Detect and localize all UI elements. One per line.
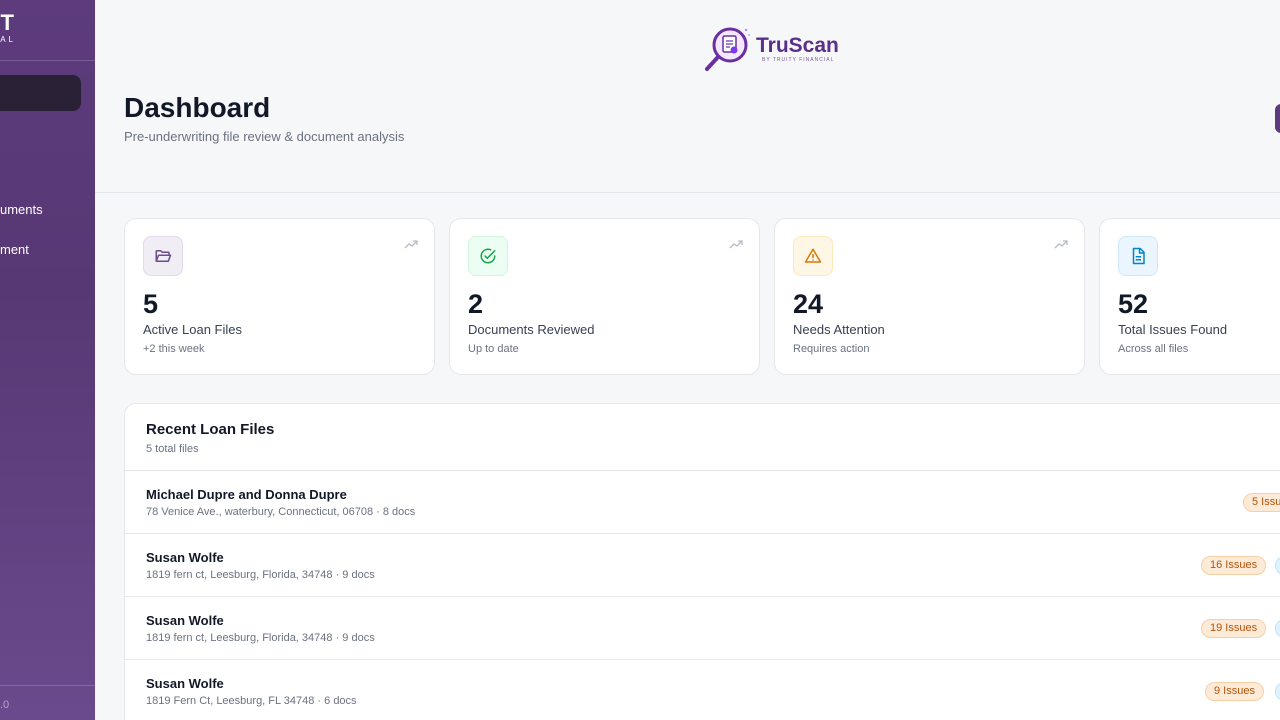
loan-meta: 1819 Fern Ct, Leesburg, FL 34748 · 6 doc… xyxy=(146,695,357,707)
loan-meta: 1819 fern ct, Leesburg, Florida, 34748 ·… xyxy=(146,632,375,644)
borrower-name: Susan Wolfe xyxy=(146,613,224,628)
issues-badge: 19 Issues xyxy=(1201,619,1267,638)
loan-meta: 1819 fern ct, Leesburg, Florida, 34748 ·… xyxy=(146,569,375,581)
logo-subtext: BY TRUITY FINANCIAL xyxy=(762,57,835,63)
table-row[interactable]: Michael Dupre and Donna Dupre 78 Venice … xyxy=(125,470,1280,533)
sidebar-item-dashboard-active[interactable] xyxy=(0,75,81,111)
borrower-name: Susan Wolfe xyxy=(146,676,224,691)
table-row[interactable]: Susan Wolfe 1819 fern ct, Leesburg, Flor… xyxy=(125,533,1280,596)
stat-card-needs-attention: 24 Needs Attention Requires action xyxy=(774,218,1085,375)
stat-label: Documents Reviewed xyxy=(468,322,595,337)
folder-open-icon xyxy=(143,236,183,276)
stat-value: 52 xyxy=(1118,289,1149,319)
table-row[interactable]: Susan Wolfe 1819 fern ct, Leesburg, Flor… xyxy=(125,596,1280,659)
brand-logo: TT AL xyxy=(0,10,16,45)
stat-value: 5 xyxy=(143,289,159,319)
sidebar-divider xyxy=(0,60,95,61)
page-header: TruScan BY TRUITY FINANCIAL Dashboard Pr… xyxy=(95,0,1280,193)
magnifier-document-icon xyxy=(705,27,750,71)
trend-up-icon xyxy=(1054,236,1068,254)
sidebar-item-management[interactable]: ment xyxy=(0,242,95,257)
borrower-name: Michael Dupre and Donna Dupre xyxy=(146,487,347,502)
sidebar-item-label: ment xyxy=(0,242,29,257)
document-icon xyxy=(1118,236,1158,276)
truscan-logo: TruScan BY TRUITY FINANCIAL xyxy=(702,24,839,74)
borrower-name: Susan Wolfe xyxy=(146,550,224,565)
stat-value: 2 xyxy=(468,289,484,319)
app-version: me v1.0 xyxy=(0,699,10,711)
stat-card-total-issues: 52 Total Issues Found Across all files xyxy=(1099,218,1280,375)
logo-text: TruScan xyxy=(756,34,839,57)
issues-badge: 5 Issues xyxy=(1243,493,1280,512)
sidebar-item-label: uments xyxy=(0,202,43,217)
sidebar: TT AL uments ment me v1.0 xyxy=(0,0,95,720)
status-badge xyxy=(1275,556,1280,575)
status-badge xyxy=(1275,682,1280,701)
sidebar-item-documents[interactable]: uments xyxy=(0,202,95,217)
stat-note: +2 this week xyxy=(143,343,205,355)
status-badge xyxy=(1275,619,1280,638)
issues-badge: 16 Issues xyxy=(1201,556,1267,575)
stat-note: Across all files xyxy=(1118,343,1189,355)
trend-up-icon xyxy=(729,236,743,254)
recent-loan-files-panel: Recent Loan Files 5 total files Michael … xyxy=(124,403,1280,720)
loan-meta: 78 Venice Ave., waterbury, Connecticut, … xyxy=(146,506,416,518)
brand-sub-text: AL xyxy=(0,35,16,44)
section-title: Recent Loan Files xyxy=(146,421,275,438)
header-action-button[interactable] xyxy=(1275,104,1280,133)
trend-up-icon xyxy=(404,236,418,254)
issues-badge: 9 Issues xyxy=(1205,682,1264,701)
stat-value: 24 xyxy=(793,289,824,319)
brand-main-text: TT xyxy=(0,10,16,35)
stat-label: Total Issues Found xyxy=(1118,322,1228,337)
file-count: 5 total files xyxy=(146,443,199,455)
stat-card-active-loan-files: 5 Active Loan Files +2 this week xyxy=(124,218,435,375)
warning-icon xyxy=(793,236,833,276)
sidebar-bottom-divider xyxy=(0,685,95,686)
page-title: Dashboard xyxy=(124,92,271,123)
stat-card-documents-reviewed: 2 Documents Reviewed Up to date xyxy=(449,218,760,375)
stat-label: Needs Attention xyxy=(793,322,885,337)
page-subtitle: Pre-underwriting file review & document … xyxy=(124,129,405,144)
table-row[interactable]: Susan Wolfe 1819 Fern Ct, Leesburg, FL 3… xyxy=(125,659,1280,720)
stat-label: Active Loan Files xyxy=(143,322,242,337)
check-circle-icon xyxy=(468,236,508,276)
stat-note: Up to date xyxy=(468,343,519,355)
stat-note: Requires action xyxy=(793,343,870,355)
